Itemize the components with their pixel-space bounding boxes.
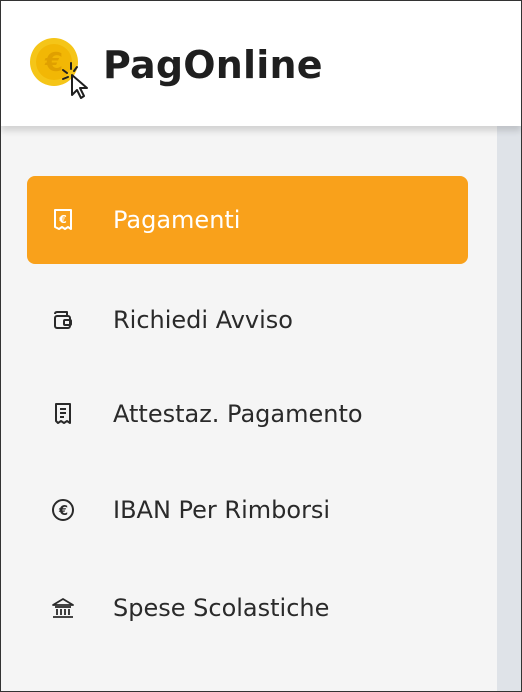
sidebar-item-iban-per-rimborsi[interactable]: € IBAN Per Rimborsi	[27, 466, 468, 554]
sidebar-item-richiedi-avviso[interactable]: Richiedi Avviso	[27, 276, 468, 364]
sidebar-item-pagamenti[interactable]: € Pagamenti	[27, 176, 468, 264]
svg-text:€: €	[44, 48, 63, 78]
app-title: PagOnline	[103, 43, 323, 87]
sidebar-item-attestaz-pagamento[interactable]: Attestaz. Pagamento	[27, 370, 468, 458]
sidebar-item-label: Pagamenti	[113, 206, 241, 234]
sidebar-item-label: Attestaz. Pagamento	[113, 400, 363, 428]
euro-receipt-icon: €	[51, 208, 75, 232]
svg-text:€: €	[58, 213, 67, 226]
sidebar-item-label: IBAN Per Rimborsi	[113, 496, 331, 524]
svg-text:€: €	[58, 504, 68, 519]
bank-building-icon	[51, 596, 75, 620]
wallet-icon	[51, 308, 75, 332]
receipt-icon	[51, 402, 75, 426]
header: € PagOnline	[1, 1, 521, 126]
sidebar-item-spese-scolastiche[interactable]: Spese Scolastiche	[27, 564, 468, 652]
sidebar-item-label: Spese Scolastiche	[113, 594, 330, 622]
main-content-edge	[497, 126, 521, 691]
euro-circle-icon: €	[51, 498, 75, 522]
app-window: € PagOnline € Pagamenti Richiedi Avviso …	[0, 0, 522, 692]
euro-coin-cursor-icon[interactable]: €	[27, 37, 93, 99]
sidebar-item-label: Richiedi Avviso	[113, 306, 293, 334]
sidebar: € Pagamenti Richiedi Avviso Attestaz. Pa…	[1, 126, 497, 691]
